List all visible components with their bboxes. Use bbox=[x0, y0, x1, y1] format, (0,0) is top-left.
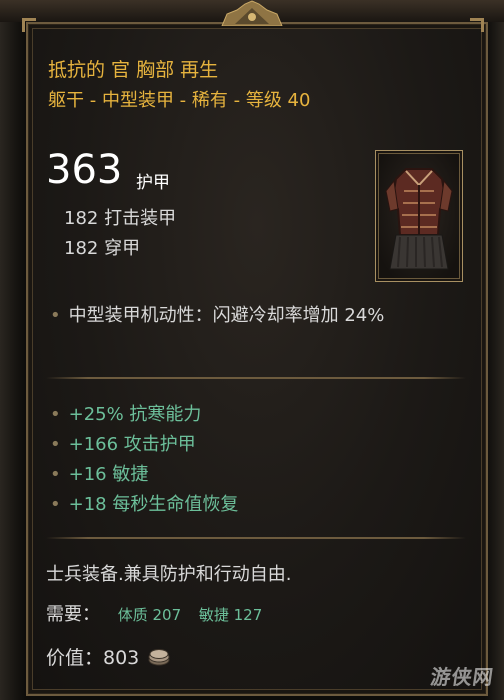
watermark-logo: 游侠网 bbox=[429, 665, 496, 689]
mobility-stat: • 中型装甲机动性：闪避冷却率增加 24% bbox=[50, 305, 385, 326]
sub-stat-blunt-armor: 182 打击装甲 bbox=[64, 208, 177, 229]
section-divider bbox=[46, 377, 466, 379]
requirements-row: 需要： 体质 207 敏捷 127 bbox=[46, 600, 262, 626]
coin-icon bbox=[148, 649, 170, 666]
section-divider bbox=[46, 537, 466, 539]
affix-cold-resistance: • +25% 抗寒能力 bbox=[50, 404, 202, 425]
affix-agility: • +16 敏捷 bbox=[50, 464, 149, 485]
affix-health-regen: • +18 每秒生命值恢复 bbox=[50, 494, 239, 515]
bullet-icon: • bbox=[50, 434, 61, 455]
armor-total: 363 bbox=[46, 147, 123, 193]
flavor-text: 士兵装备.兼具防护和行动自由. bbox=[46, 564, 292, 585]
chest-armor-icon bbox=[385, 168, 453, 270]
requirements-label: 需要： bbox=[46, 604, 100, 625]
affix-attack-armor: • +166 攻击护甲 bbox=[50, 434, 196, 455]
requirement-agility: 敏捷 127 bbox=[198, 606, 263, 624]
corner-ornament-icon bbox=[470, 18, 484, 32]
bullet-icon: • bbox=[50, 494, 61, 515]
crest-ornament-icon bbox=[221, 0, 283, 26]
requirement-constitution: 体质 207 bbox=[117, 606, 182, 624]
item-tooltip-panel bbox=[26, 22, 488, 696]
bullet-icon: • bbox=[50, 404, 61, 425]
value-row: 价值：803 bbox=[46, 643, 171, 670]
item-subtitle: 躯干 - 中型装甲 - 稀有 - 等级 40 bbox=[48, 90, 311, 111]
sub-stat-pierce-armor: 182 穿甲 bbox=[64, 238, 141, 259]
bullet-icon: • bbox=[50, 305, 61, 326]
bullet-icon: • bbox=[50, 464, 61, 485]
item-name: 抵抗的 官 胸部 再生 bbox=[48, 59, 219, 81]
background-left-art bbox=[0, 0, 26, 700]
corner-ornament-icon bbox=[22, 18, 36, 32]
item-image-frame[interactable] bbox=[375, 150, 463, 282]
armor-label: 护甲 bbox=[136, 173, 170, 193]
value-label: 价值：803 bbox=[46, 647, 140, 669]
